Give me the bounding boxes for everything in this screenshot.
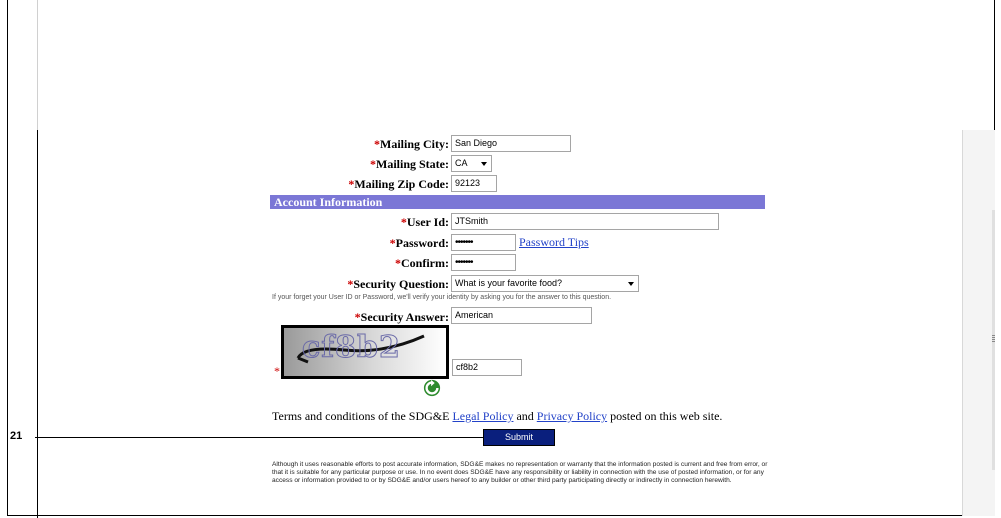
mailing-city-input[interactable]: San Diego: [451, 135, 571, 152]
captcha-input[interactable]: cf8b2: [452, 359, 522, 376]
user-id-label: *User Id:: [401, 215, 449, 230]
scrollbar-grip-icon: [992, 335, 995, 343]
mailing-city-label: *Mailing City:: [374, 137, 449, 152]
terms-suffix: posted on this web site.: [610, 409, 723, 423]
chevron-down-icon: [481, 162, 487, 166]
user-id-label-text: User Id:: [406, 215, 449, 229]
gutter-line: [37, 0, 38, 130]
password-tips-link[interactable]: Password Tips: [519, 235, 589, 250]
security-question-hint: If your forget your User ID or Password,…: [272, 294, 612, 301]
security-question-label: *Security Question:: [347, 277, 449, 292]
privacy-policy-link[interactable]: Privacy Policy: [537, 409, 607, 423]
captcha-text: cf8b2: [302, 330, 401, 366]
mailing-state-select[interactable]: CA: [451, 155, 492, 172]
confirm-password-input[interactable]: •••••••: [451, 254, 516, 271]
security-answer-input[interactable]: American: [451, 307, 592, 324]
submit-button[interactable]: Submit: [483, 429, 555, 446]
password-label-text: Password:: [395, 236, 449, 250]
captcha-required-marker: *: [274, 364, 280, 378]
account-information-header: Account Information: [270, 195, 765, 209]
callout-number: 21: [10, 430, 23, 442]
page-left-border: [37, 130, 38, 518]
confirm-label-text: Confirm:: [401, 256, 449, 270]
security-question-select[interactable]: What is your favorite food?: [451, 275, 639, 292]
captcha-image: cf8b2: [281, 325, 449, 379]
terms-prefix: Terms and conditions of the SDG&E: [272, 409, 450, 423]
terms-and: and: [516, 409, 534, 423]
mailing-zip-label: *Mailing Zip Code:: [348, 177, 449, 192]
callout-line: [35, 437, 483, 438]
refresh-icon[interactable]: [423, 379, 441, 397]
legal-policy-link[interactable]: Legal Policy: [452, 409, 513, 423]
security-answer-label: *Security Answer:: [355, 310, 449, 325]
security-question-label-text: Security Question:: [353, 277, 449, 291]
password-label: *Password:: [390, 236, 449, 251]
password-input[interactable]: •••••••: [451, 234, 516, 251]
mailing-city-label-text: Mailing City:: [380, 137, 449, 151]
vertical-scrollbar[interactable]: [962, 130, 995, 516]
mailing-state-value: CA: [455, 158, 468, 168]
mailing-zip-input[interactable]: 92123: [451, 175, 497, 192]
security-answer-label-text: Security Answer:: [360, 310, 449, 324]
confirm-label: *Confirm:: [395, 256, 449, 271]
user-id-input[interactable]: JTSmith: [451, 213, 719, 230]
mailing-state-label: *Mailing State:: [370, 157, 449, 172]
terms-text: Terms and conditions of the SDG&E Legal …: [272, 409, 722, 424]
chevron-down-icon: [628, 282, 634, 286]
mailing-state-label-text: Mailing State:: [376, 157, 449, 171]
mailing-zip-label-text: Mailing Zip Code:: [354, 177, 449, 191]
disclaimer-text: Although it uses reasonable efforts to p…: [272, 461, 768, 485]
security-question-value: What is your favorite food?: [455, 278, 563, 288]
